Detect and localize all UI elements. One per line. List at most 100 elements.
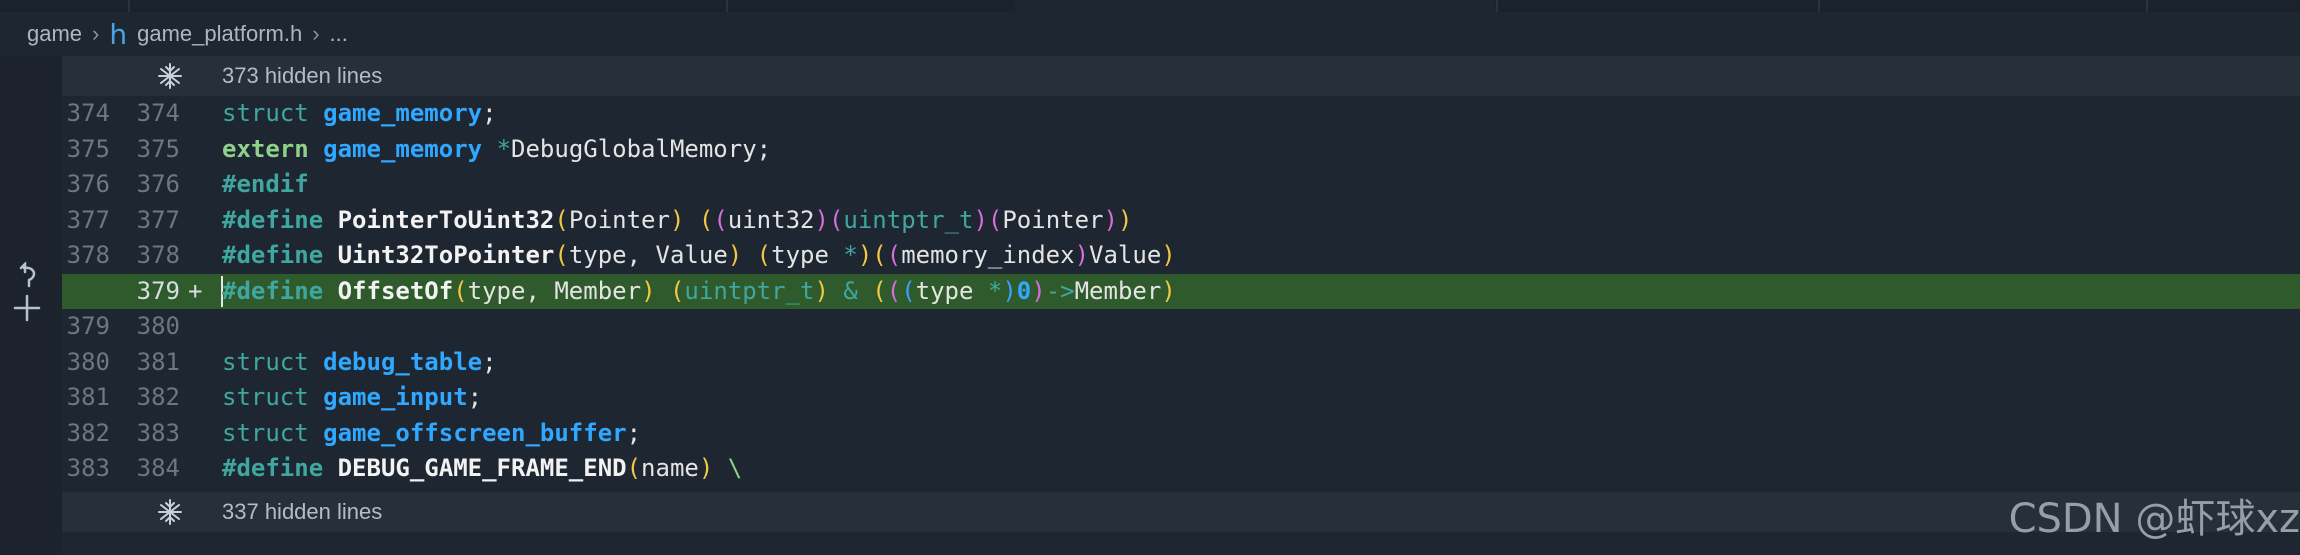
- revert-arrow-icon[interactable]: [19, 262, 36, 288]
- code-token: (: [756, 241, 772, 269]
- editor-tab-strip: [0, 0, 2300, 12]
- code-line[interactable]: 383 384 #define DEBUG_GAME_FRAME_END(name)…: [62, 451, 2300, 487]
- code-text[interactable]: #define DEBUG_GAME_FRAME_END(name) \: [222, 451, 742, 487]
- tab-divider: [1496, 0, 1498, 12]
- original-line-number: 377: [66, 205, 110, 234]
- breadcrumb-symbols[interactable]: ...: [330, 21, 348, 47]
- code-token: PointerToUint32: [337, 205, 555, 234]
- code-token: struct: [222, 347, 309, 376]
- code-token: Uint32ToPointer: [337, 241, 555, 269]
- code-token: struct: [222, 418, 309, 447]
- code-text[interactable]: struct game_memory;: [222, 96, 497, 132]
- code-token: DEBUG_GAME_FRAME_END: [337, 454, 627, 482]
- added-code-line[interactable]: 379 + #define OffsetOf(type, Member) (uint…: [62, 273, 2300, 310]
- code-token: debug_table: [323, 347, 483, 376]
- hidden-lines-bar-bottom[interactable]: 337 hidden lines: [62, 492, 2300, 532]
- code-token: ): [641, 276, 656, 305]
- code-text[interactable]: #define Uint32ToPointer(type, Value) (ty…: [222, 238, 1176, 274]
- modified-line-number: 376: [136, 170, 180, 198]
- code-token: ): [973, 205, 988, 234]
- code-token: Value: [1089, 241, 1162, 269]
- modified-line-number: 384: [136, 454, 180, 482]
- code-line[interactable]: 380 381 struct debug_table;: [62, 345, 2300, 381]
- breadcrumb-file[interactable]: game_platform.h: [137, 21, 302, 47]
- code-token: ): [1103, 205, 1118, 234]
- code-token: struct: [222, 383, 309, 411]
- code-line[interactable]: 381 382 struct game_input;: [62, 380, 2300, 416]
- code-line[interactable]: 379 380: [62, 309, 2300, 345]
- code-token: struct: [222, 99, 309, 127]
- code-token: type: [568, 241, 627, 269]
- code-token: \: [727, 454, 743, 482]
- code-token: game_memory: [323, 99, 483, 127]
- breadcrumb: game › h game_platform.h › ...: [27, 17, 348, 51]
- modified-line-number: 374: [136, 99, 180, 127]
- plus-icon[interactable]: [13, 294, 41, 322]
- active-tab[interactable]: [1015, 0, 1495, 12]
- hidden-lines-bar-top[interactable]: 373 hidden lines: [62, 56, 2300, 96]
- tab-divider: [1818, 0, 1820, 12]
- code-token: (: [872, 276, 887, 305]
- code-token: (: [713, 205, 728, 234]
- code-token: #define: [222, 241, 324, 269]
- code-token: ): [814, 205, 829, 234]
- code-text[interactable]: #endif: [222, 167, 309, 203]
- code-line[interactable]: 378 378 #define Uint32ToPointer(type, Valu…: [62, 238, 2300, 274]
- modified-line-number: 381: [136, 347, 180, 376]
- code-token: ;: [482, 99, 497, 127]
- chevron-right-icon: ›: [312, 21, 320, 46]
- code-text[interactable]: struct debug_table;: [222, 345, 497, 381]
- unfold-icon[interactable]: [156, 62, 184, 90]
- code-token: uintptr_t: [843, 205, 974, 234]
- code-token: type: [467, 276, 526, 305]
- code-token: *: [843, 241, 858, 269]
- code-token: 0: [1016, 276, 1032, 305]
- code-token: ;: [467, 383, 483, 411]
- code-line[interactable]: 374 374 struct game_memory;: [62, 96, 2300, 132]
- code-text[interactable]: struct game_input;: [222, 380, 482, 416]
- code-token: ;: [482, 347, 497, 376]
- code-token: (: [453, 276, 468, 305]
- code-token: ): [1031, 276, 1046, 305]
- code-token: ): [669, 205, 685, 234]
- code-token: (: [987, 205, 1003, 234]
- breadcrumb-folder[interactable]: game: [27, 21, 82, 47]
- h-file-icon: h: [109, 17, 128, 51]
- code-line[interactable]: 382 383 struct game_offscreen_buffer;: [62, 416, 2300, 452]
- chevron-right-icon: ›: [92, 21, 100, 46]
- added-line-marker: +: [188, 276, 203, 305]
- code-token: ): [1161, 241, 1176, 269]
- code-token: (: [886, 241, 902, 269]
- diff-code-view[interactable]: 374 374 struct game_memory; 375 375 extern ga…: [62, 96, 2300, 487]
- hidden-lines-label: 337 hidden lines: [222, 499, 383, 524]
- code-line[interactable]: 376 376 #endif: [62, 167, 2300, 203]
- code-text[interactable]: extern game_memory *DebugGlobalMemory;: [222, 132, 771, 168]
- unfold-icon[interactable]: [156, 498, 184, 526]
- code-token: ): [814, 276, 829, 305]
- code-token: Pointer: [1002, 205, 1104, 234]
- modified-line-number: 380: [136, 312, 180, 340]
- code-token: game_input: [323, 383, 468, 411]
- original-line-number: 376: [66, 170, 110, 198]
- code-token: &: [843, 276, 858, 305]
- code-line[interactable]: 377 377 #define PointerToUint32(Pointer) (…: [62, 203, 2300, 239]
- code-text[interactable]: struct game_offscreen_buffer;: [222, 416, 641, 452]
- original-line-number: 375: [66, 134, 110, 163]
- code-token: #endif: [222, 170, 309, 198]
- code-text[interactable]: #define PointerToUint32(Pointer) ((uint3…: [222, 203, 1132, 239]
- code-token: (: [554, 205, 569, 234]
- code-text[interactable]: #define OffsetOf(type, Member) (uintptr_…: [222, 274, 1176, 310]
- code-line[interactable]: 375 375 extern game_memory *DebugGlobalMem…: [62, 132, 2300, 168]
- code-token: uint32: [727, 205, 815, 234]
- code-token: Value: [655, 241, 728, 269]
- code-token: ;: [626, 418, 642, 447]
